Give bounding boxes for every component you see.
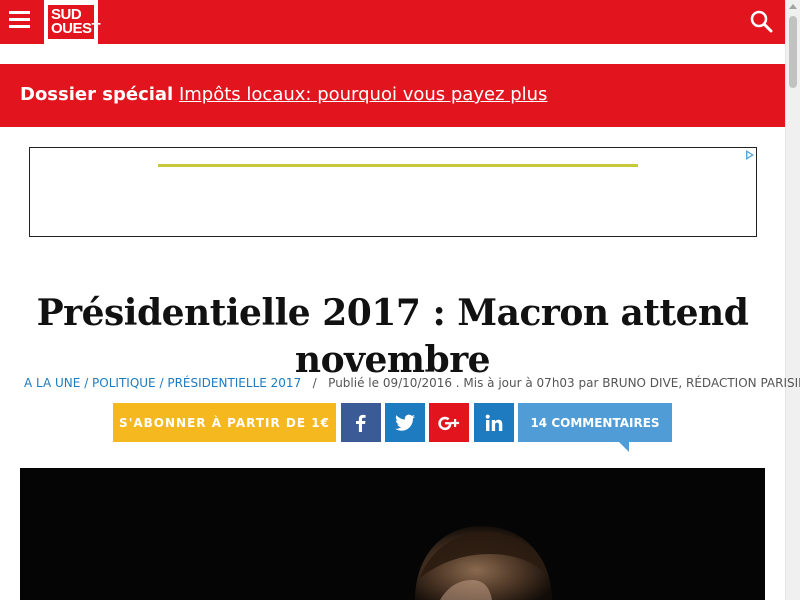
share-google-plus-button[interactable] (429, 403, 469, 442)
special-file-text: Dossier spécial Impôts locaux: pourquoi … (20, 84, 547, 105)
comments-speech-tail (619, 442, 629, 452)
vertical-scrollbar[interactable] (785, 0, 800, 600)
ad-progress-line (158, 164, 638, 167)
meta-separator: / (305, 376, 325, 390)
comments-button[interactable]: 14 COMMENTAIRES (518, 403, 672, 442)
search-icon (750, 10, 773, 33)
breadcrumb-presidentielle[interactable]: PRÉSIDENTIELLE 2017 (167, 376, 301, 390)
special-file-banner: Dossier spécial Impôts locaux: pourquoi … (0, 64, 785, 127)
breadcrumb-a-la-une[interactable]: A LA UNE (24, 376, 80, 390)
share-facebook-button[interactable] (341, 403, 381, 442)
breadcrumb-separator: / (84, 376, 93, 390)
article-meta: A LA UNE / POLITIQUE / PRÉSIDENTIELLE 20… (24, 376, 800, 390)
advertisement-banner[interactable] (29, 147, 757, 237)
google-plus-icon (438, 416, 460, 430)
menu-line (9, 11, 30, 14)
share-twitter-button[interactable] (385, 403, 425, 442)
menu-line (9, 25, 30, 28)
scroll-up-arrow-icon[interactable] (789, 4, 797, 9)
linkedin-icon (485, 414, 503, 431)
subscribe-button[interactable]: S'ABONNER À PARTIR DE 1€ (113, 403, 336, 442)
special-file-label: Dossier spécial (20, 84, 174, 105)
menu-line (9, 18, 30, 21)
top-bar: SUD OUEST (0, 0, 785, 44)
facebook-icon (356, 414, 366, 432)
logo-mark: SUD OUEST (48, 5, 101, 39)
breadcrumb-politique[interactable]: POLITIQUE (92, 376, 156, 390)
adchoices-icon[interactable] (742, 148, 756, 162)
article-photo (20, 468, 765, 600)
publication-info: Publié le 09/10/2016 . Mis à jour à 07h0… (328, 376, 800, 390)
logo-line-2: OUEST (51, 20, 101, 37)
article-title: Présidentielle 2017 : Macron attend nove… (36, 292, 749, 382)
scrollbar-thumb[interactable] (789, 16, 797, 88)
hamburger-menu-button[interactable] (9, 11, 31, 33)
share-linkedin-button[interactable] (474, 403, 514, 442)
search-button[interactable] (750, 9, 774, 35)
special-file-link[interactable]: Impôts locaux: pourquoi vous payez plus (179, 84, 547, 105)
portrait-photo (20, 468, 765, 600)
sud-ouest-logo[interactable]: SUD OUEST (44, 0, 101, 44)
twitter-icon (395, 414, 415, 431)
